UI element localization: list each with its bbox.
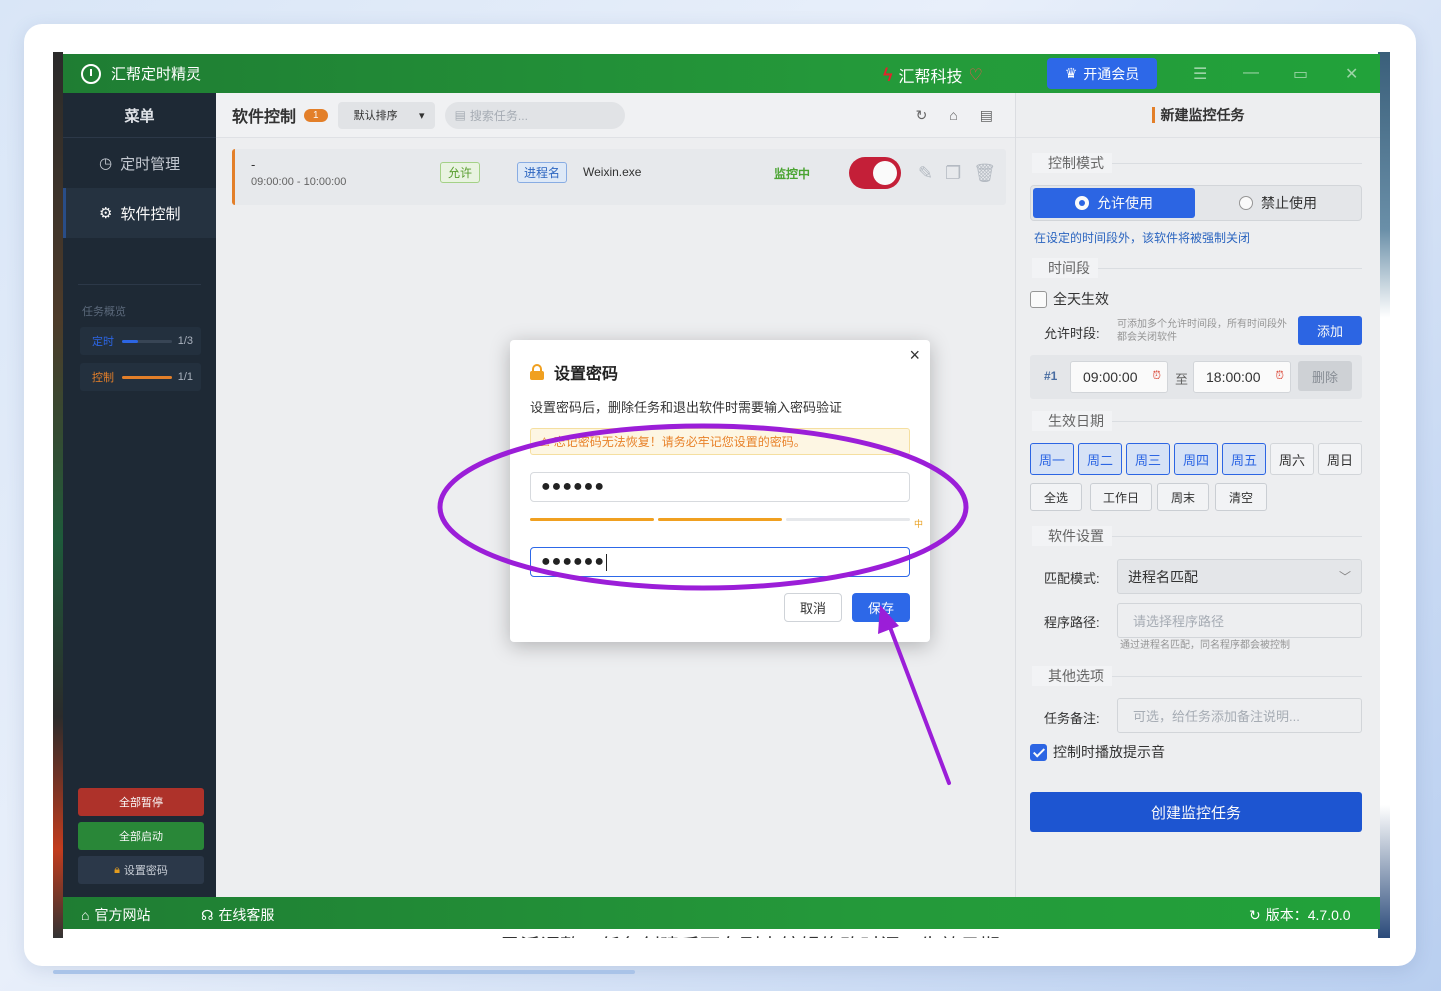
brand-name: 汇帮科技 (898, 69, 963, 86)
save-button[interactable]: 保存 (852, 593, 910, 622)
refresh-icon: ↻ (1249, 906, 1261, 923)
horizontal-scrollbar[interactable] (53, 970, 635, 974)
diamond-icon: ♡ (968, 67, 983, 84)
brand-logo-icon: ϟ (883, 64, 893, 85)
app-title: 汇帮定时精灵 (111, 66, 202, 83)
support-label: 在线客服 (218, 907, 275, 923)
confirm-password-value: ●●●●●● (541, 553, 605, 570)
support-link[interactable]: ☊ 在线客服 (201, 905, 274, 925)
footer: ⌂ 官方网站 ☊ 在线客服 ↻ 版本：4.7.0.0 (63, 897, 1380, 929)
strength-bar-1 (530, 518, 654, 521)
vip-button-label: 开通会员 (1083, 65, 1140, 82)
close-icon[interactable]: × (909, 345, 920, 366)
website-link[interactable]: ⌂ 官方网站 (81, 905, 150, 925)
password-input[interactable]: ●●●●●● (530, 472, 910, 502)
background-text: 灵活调整，任务创建后可在列表编辑修改时间、生效日期 (500, 930, 1000, 938)
version-label: 版本：4.7.0.0 (1265, 907, 1351, 923)
crown-icon: ♛ (1064, 65, 1078, 81)
strength-label: 中 (914, 519, 924, 529)
strength-bar-3 (786, 518, 910, 521)
dialog-title-text: 设置密码 (554, 366, 619, 383)
website-label: 官方网站 (94, 907, 151, 923)
dialog-description: 设置密码后，删除任务和退出软件时需要输入密码验证 (530, 400, 843, 415)
home-icon: ⌂ (81, 907, 90, 923)
brand: ϟ 汇帮科技 ♡ (883, 63, 983, 87)
cancel-button[interactable]: 取消 (784, 593, 842, 622)
lock-icon (530, 364, 544, 380)
alarm-clock-icon (81, 63, 101, 84)
close-icon[interactable]: ✕ (1345, 64, 1358, 84)
headset-icon: ☊ (201, 906, 214, 923)
background-window-left (53, 52, 63, 938)
minimize-icon[interactable]: — (1243, 64, 1259, 82)
password-dialog: × 设置密码 设置密码后，删除任务和退出软件时需要输入密码验证 ⚠ 忘记密码无法… (510, 340, 930, 642)
text-cursor (605, 553, 607, 571)
version-info[interactable]: ↻ 版本：4.7.0.0 (1249, 905, 1351, 925)
warning-banner: ⚠ 忘记密码无法恢复！请务必牢记您设置的密码。 (530, 428, 910, 455)
dialog-title: 设置密码 (530, 360, 618, 384)
confirm-password-input[interactable]: ●●●●●● (530, 547, 910, 577)
strength-bar-2 (658, 518, 782, 521)
menu-icon[interactable]: ☰ (1193, 64, 1207, 84)
warning-text: 忘记密码无法恢复！请务必牢记您设置的密码。 (553, 435, 806, 449)
warning-icon: ⚠ (539, 434, 550, 449)
title-bar: 汇帮定时精灵 ϟ 汇帮科技 ♡ ♛ 开通会员 ☰ — ▭ ✕ (63, 54, 1380, 93)
maximize-icon[interactable]: ▭ (1293, 64, 1308, 84)
vip-button[interactable]: ♛ 开通会员 (1047, 58, 1157, 89)
